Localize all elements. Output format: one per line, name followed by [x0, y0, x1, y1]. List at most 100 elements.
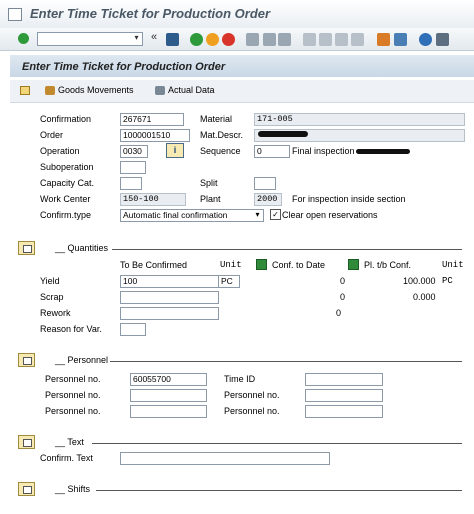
unit-header: Unit: [220, 260, 242, 270]
reason-for-variance-label: Reason for Var.: [40, 324, 102, 334]
shortcut-icon[interactable]: [394, 33, 407, 46]
command-dropdown-icon[interactable]: ▾: [131, 32, 142, 44]
rework-field[interactable]: [120, 307, 219, 320]
yield-unit2: PC: [442, 276, 453, 286]
rework-label: Rework: [40, 308, 71, 318]
to-be-confirmed-header: To Be Confirmed: [120, 260, 188, 270]
personnel-no-label-1: Personnel no.: [45, 374, 101, 384]
unit2-header: Unit: [442, 260, 464, 270]
section-divider: [110, 361, 462, 362]
yield-unit-field[interactable]: PC: [218, 275, 240, 288]
suboperation-label: Suboperation: [40, 162, 94, 172]
personnel-no-label-4: Personnel no.: [224, 390, 280, 400]
personnel-no-field-2[interactable]: [130, 389, 207, 402]
confirmation-label: Confirmation: [40, 114, 92, 124]
plant-label: Plant: [200, 194, 221, 204]
sequence-field[interactable]: 0: [254, 145, 290, 158]
material-label: Material: [200, 114, 233, 124]
confirm-type-dropdown-icon[interactable]: ▾: [253, 209, 262, 220]
scrap-field[interactable]: [120, 291, 219, 304]
scrap-planned: 0.000: [413, 292, 436, 302]
info-icon[interactable]: i: [166, 143, 184, 158]
planned-confirm-icon: [348, 259, 359, 270]
first-page-icon[interactable]: [303, 33, 316, 46]
yield-label: Yield: [40, 276, 60, 286]
rework-conf-to-date: 0: [336, 308, 342, 318]
text-section-title: __ Text: [55, 437, 84, 447]
back-icon[interactable]: [190, 33, 203, 46]
planned-confirm-header: Pl. t/b Conf.: [364, 260, 412, 270]
conf-to-date-header: Conf. to Date: [272, 260, 326, 270]
next-page-icon[interactable]: [335, 33, 348, 46]
customize-layout-icon[interactable]: [436, 33, 449, 46]
last-page-icon[interactable]: [351, 33, 364, 46]
actual-data-icon: [155, 86, 165, 95]
work-center-field: 150-100: [120, 193, 186, 206]
help-icon[interactable]: [419, 33, 432, 46]
print-icon[interactable]: [246, 33, 259, 46]
personnel-no-field-5[interactable]: [305, 405, 383, 418]
personnel-section-title: __ Personnel: [55, 355, 109, 365]
personnel-no-label-3: Personnel no.: [45, 406, 101, 416]
window-menu-icon[interactable]: [8, 8, 22, 21]
actual-data-button[interactable]: Actual Data: [168, 85, 215, 95]
previous-page-icon[interactable]: [319, 33, 332, 46]
section-divider: [112, 249, 462, 250]
quantities-section-toggle[interactable]: [18, 241, 35, 255]
yield-conf-to-date: 0: [340, 276, 346, 286]
text-section-toggle[interactable]: [18, 435, 35, 449]
yield-field[interactable]: 100: [120, 275, 219, 288]
personnel-no-label-5: Personnel no.: [224, 406, 280, 416]
section-divider: [92, 443, 462, 444]
goods-movements-icon: [45, 86, 55, 95]
find-next-icon[interactable]: [278, 33, 291, 46]
order-field[interactable]: 1000001510: [120, 129, 190, 142]
time-id-label: Time ID: [224, 374, 256, 384]
suboperation-field[interactable]: [120, 161, 146, 174]
back-nav-icon[interactable]: «: [151, 31, 157, 43]
shifts-section-toggle[interactable]: [18, 482, 35, 496]
exit-icon[interactable]: [206, 33, 219, 46]
find-icon[interactable]: [263, 33, 276, 46]
window-title: Enter Time Ticket for Production Order: [30, 6, 271, 21]
redacted-mark: [258, 131, 308, 137]
capacity-cat-label: Capacity Cat.: [40, 178, 95, 188]
order-label: Order: [40, 130, 64, 140]
work-center-label: Work Center: [40, 194, 91, 204]
personnel-no-field-3[interactable]: [130, 405, 207, 418]
personnel-no-label-2: Personnel no.: [45, 390, 101, 400]
material-field: 171-005: [254, 113, 465, 126]
section-divider: [96, 490, 462, 491]
save-icon[interactable]: [166, 33, 179, 46]
goods-movements-button[interactable]: Goods Movements: [58, 85, 134, 95]
inspection-text: For inspection inside section: [292, 194, 406, 204]
quantities-section-title: __ Quantities: [55, 243, 109, 253]
scrap-label: Scrap: [40, 292, 64, 302]
personnel-no-field-4[interactable]: [305, 389, 383, 402]
yield-planned: 100.000: [403, 276, 436, 286]
split-field[interactable]: [254, 177, 276, 190]
personnel-section-toggle[interactable]: [18, 353, 35, 367]
redacted-mark: [356, 149, 410, 154]
personnel-no-field-1[interactable]: 60055700: [130, 373, 207, 386]
plant-field: 2000: [254, 193, 282, 206]
confirm-text-field[interactable]: [120, 452, 330, 465]
split-label: Split: [200, 178, 218, 188]
mat-descr-label: Mat.Descr.: [200, 130, 244, 140]
capacity-cat-field[interactable]: [120, 177, 142, 190]
confirmation-field[interactable]: 267671: [120, 113, 184, 126]
enter-check-icon[interactable]: [18, 33, 29, 44]
confirm-type-select[interactable]: Automatic final confirmation: [120, 209, 264, 222]
display-icon[interactable]: [20, 86, 30, 95]
create-session-icon[interactable]: [377, 33, 390, 46]
reason-for-variance-field[interactable]: [120, 323, 146, 336]
final-inspection-label: Final inspection: [292, 146, 355, 156]
time-id-field-1[interactable]: [305, 373, 383, 386]
command-field[interactable]: [37, 32, 143, 46]
screen-title: Enter Time Ticket for Production Order: [22, 61, 226, 73]
clear-reservations-label: Clear open reservations: [282, 210, 378, 220]
operation-field[interactable]: 0030: [120, 145, 148, 158]
conf-to-date-icon: [256, 259, 267, 270]
clear-reservations-checkbox[interactable]: ✓: [270, 209, 281, 220]
cancel-icon[interactable]: [222, 33, 235, 46]
